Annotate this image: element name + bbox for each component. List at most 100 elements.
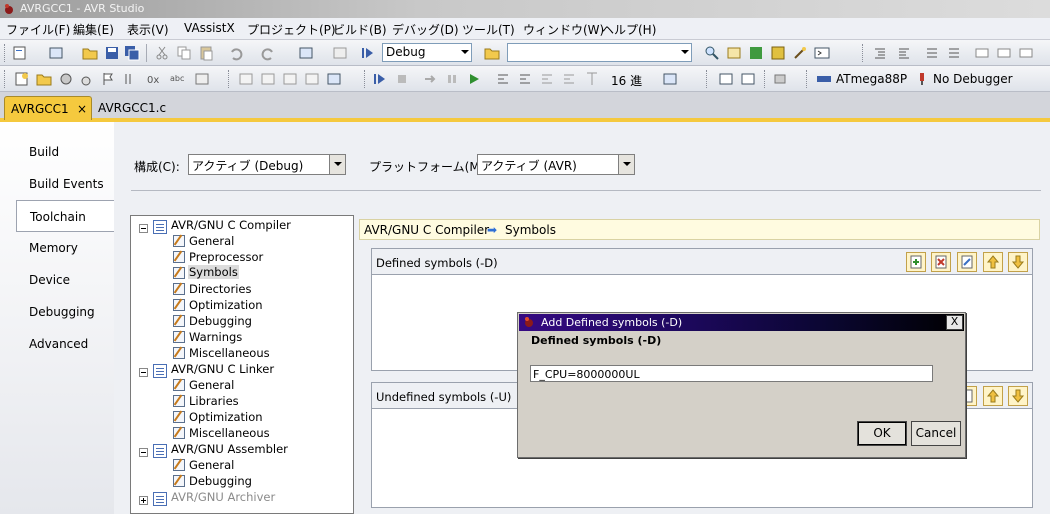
copy-icon[interactable] — [176, 45, 192, 61]
sidebar-item-device[interactable]: Device — [16, 264, 114, 296]
tree-item-debugging[interactable]: Debugging — [189, 314, 252, 328]
bookmark-icon[interactable] — [974, 45, 990, 61]
step-icon[interactable] — [422, 71, 438, 87]
expand-toggle[interactable] — [139, 496, 148, 505]
menu-debug[interactable]: デバッグ(D) — [392, 21, 459, 38]
menu-tools[interactable]: ツール(T) — [462, 21, 515, 38]
new-file-icon[interactable] — [14, 71, 30, 87]
tab-avrgcc1[interactable]: AVRGCC1 × — [4, 96, 92, 120]
cancel-button[interactable]: Cancel — [911, 421, 961, 446]
platform-select[interactable]: アクティブ (AVR) — [477, 154, 635, 175]
comment-icon[interactable] — [924, 45, 940, 61]
tree-item-libraries[interactable]: Libraries — [189, 394, 239, 408]
continue-icon[interactable] — [372, 71, 388, 87]
io-view-icon[interactable] — [260, 71, 276, 87]
step-out-icon[interactable] — [540, 71, 556, 87]
config-select[interactable]: アクティブ (Debug) — [188, 154, 346, 175]
edit-item-button[interactable] — [957, 252, 977, 272]
menu-window[interactable]: ウィンドウ(W) — [523, 21, 604, 38]
save-icon[interactable] — [104, 45, 120, 61]
save-all-icon[interactable] — [124, 45, 140, 61]
redo-icon[interactable] — [260, 45, 276, 61]
chip-icon[interactable] — [772, 71, 788, 87]
step-into-icon[interactable] — [496, 71, 512, 87]
tree-item-optimization[interactable]: Optimization — [189, 298, 263, 312]
flag-icon[interactable] — [100, 71, 116, 87]
ok-button[interactable]: OK — [857, 421, 907, 446]
debugger-icon[interactable] — [914, 71, 930, 87]
device-selector[interactable]: ATmega88P — [836, 72, 907, 86]
sidebar-item-build-events[interactable]: Build Events — [16, 168, 114, 200]
start-debug-icon[interactable] — [360, 45, 376, 61]
menu-help[interactable]: ヘルプ(H) — [602, 21, 656, 38]
find-icon[interactable] — [704, 45, 720, 61]
menu-vassistx[interactable]: VAssistX — [184, 21, 235, 35]
disassembly-icon[interactable] — [304, 71, 320, 87]
symbol-input[interactable]: F_CPU=8000000UL — [530, 365, 933, 382]
format-icon[interactable] — [194, 71, 210, 87]
solution-config-select[interactable]: Debug — [382, 43, 472, 62]
reset-icon[interactable] — [584, 71, 600, 87]
close-icon[interactable]: × — [77, 102, 87, 116]
toolbar-grip[interactable] — [862, 44, 865, 62]
tree-item-miscellaneous[interactable]: Miscellaneous — [189, 346, 270, 360]
collapse-toggle[interactable] — [139, 224, 148, 233]
sidebar-item-advanced[interactable]: Advanced — [16, 328, 114, 360]
delete-item-button[interactable] — [931, 252, 951, 272]
indent-icon[interactable] — [896, 45, 912, 61]
find-combo[interactable] — [507, 43, 692, 62]
sidebar-item-memory[interactable]: Memory — [16, 232, 114, 264]
menu-file[interactable]: ファイル(F) — [6, 21, 70, 38]
command-window-icon[interactable] — [814, 45, 830, 61]
run-to-cursor-icon[interactable] — [562, 71, 578, 87]
variable-icon[interactable] — [122, 71, 138, 87]
tree-item-warnings[interactable]: Warnings — [189, 330, 242, 344]
collapse-toggle[interactable] — [139, 448, 148, 457]
settings-icon[interactable] — [58, 71, 74, 87]
memory-view-icon[interactable] — [238, 71, 254, 87]
spell-check-icon[interactable]: abc — [170, 71, 186, 87]
tree-item-symbols[interactable]: Symbols — [188, 265, 239, 279]
toolbar-grip[interactable] — [706, 70, 709, 88]
navigate-back-icon[interactable] — [298, 45, 314, 61]
menu-build[interactable]: ビルド(B) — [333, 21, 387, 38]
toolbar-grip[interactable] — [4, 44, 7, 62]
tab-avrgcc1-c[interactable]: AVRGCC1.c — [98, 101, 166, 115]
tree-item-general[interactable]: General — [189, 378, 234, 392]
tree-node-c-compiler[interactable]: AVR/GNU C Compiler — [171, 218, 291, 232]
navigate-forward-icon[interactable] — [332, 45, 348, 61]
move-down-button[interactable] — [1008, 386, 1028, 406]
cut-icon[interactable] — [154, 45, 170, 61]
debugger-selector[interactable]: No Debugger — [933, 72, 1013, 86]
tree-node-assembler[interactable]: AVR/GNU Assembler — [171, 442, 288, 456]
dialog-title-bar[interactable]: Add Defined symbols (-D) X — [519, 314, 964, 331]
toolbar-grip[interactable] — [764, 70, 767, 88]
pause-icon[interactable] — [444, 71, 460, 87]
next-bookmark-icon[interactable] — [1018, 45, 1034, 61]
tree-item-general[interactable]: General — [189, 458, 234, 472]
menu-edit[interactable]: 編集(E) — [73, 21, 114, 38]
collapse-toggle[interactable] — [139, 368, 148, 377]
close-button[interactable]: X — [946, 315, 963, 330]
tree-node-archiver[interactable]: AVR/GNU Archiver — [171, 490, 275, 504]
move-up-button[interactable] — [983, 386, 1003, 406]
step-over-icon[interactable] — [518, 71, 534, 87]
paste-icon[interactable] — [198, 45, 214, 61]
tree-item-debugging[interactable]: Debugging — [189, 474, 252, 488]
sidebar-item-toolchain[interactable]: Toolchain — [16, 200, 114, 232]
chevron-down-icon[interactable] — [618, 155, 634, 174]
find-in-files-icon[interactable] — [484, 45, 500, 61]
tree-item-preprocessor[interactable]: Preprocessor — [189, 250, 263, 264]
new-project-icon[interactable] — [12, 45, 28, 61]
device-icon[interactable] — [816, 71, 832, 87]
tree-item-directories[interactable]: Directories — [189, 282, 251, 296]
toolchain-tree[interactable]: AVR/GNU C Compiler General Preprocessor … — [130, 215, 354, 514]
sidebar-item-build[interactable]: Build — [16, 136, 114, 168]
menu-project[interactable]: プロジェクト(P) — [247, 21, 336, 38]
processor-view-icon[interactable] — [282, 71, 298, 87]
toolbar-grip[interactable] — [228, 70, 231, 88]
grid-icon[interactable] — [740, 71, 756, 87]
tree-item-general[interactable]: General — [189, 234, 234, 248]
uncomment-icon[interactable] — [946, 45, 962, 61]
add-item-button[interactable] — [906, 252, 926, 272]
